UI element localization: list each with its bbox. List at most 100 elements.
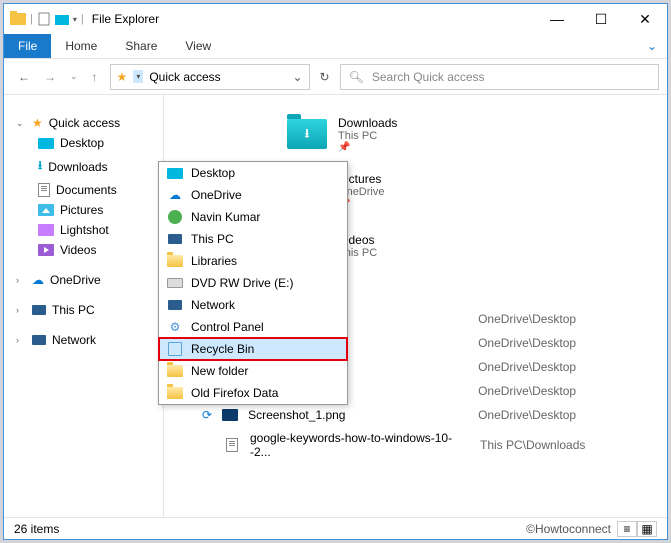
dd-dvd-drive[interactable]: DVD RW Drive (E:) [159,272,347,294]
desktop-icon [167,168,183,179]
download-icon: ⭳ [38,156,42,177]
titlebar: | ▾ | File Explorer — ☐ ✕ [4,4,667,34]
file-row[interactable]: ⟳Screenshot_1.pngOneDrive\Desktop [180,403,651,427]
icons-view-button[interactable]: ▦ [637,521,657,537]
pc-icon [32,305,46,315]
separator-icon: | [30,13,33,25]
recycle-bin-icon [168,342,182,356]
dd-new-folder[interactable]: New folder [159,360,347,382]
nav-pictures[interactable]: Pictures [4,200,163,220]
nav-desktop[interactable]: Desktop [4,133,163,153]
dd-onedrive[interactable]: ☁OneDrive [159,184,347,206]
dd-label: Recycle Bin [191,342,254,356]
refresh-button[interactable]: ↻ [316,70,334,84]
folder-location: This PC [338,130,397,142]
nav-downloads[interactable]: ⭳ Downloads [4,153,163,180]
file-location: OneDrive\Desktop [478,360,576,374]
nav-label: Videos [60,243,96,257]
status-bar: 26 items ©Howtoconnect ≡ ▦ [4,517,667,539]
dd-label: Desktop [191,166,235,180]
videos-icon [38,244,54,256]
minimize-button[interactable]: — [535,4,579,34]
pictures-icon [38,204,54,216]
up-button[interactable]: ↑ [92,70,98,84]
drive-icon [167,278,183,288]
address-bar[interactable]: ★ ▾ Quick access ⌄ [110,64,310,90]
address-dropdown-toggle[interactable]: ▾ [133,70,143,83]
details-view-button[interactable]: ≡ [617,521,637,537]
qat-dropdown-icon[interactable]: ▾ [73,15,77,24]
help-dropdown-icon[interactable]: ⌄ [637,34,667,58]
folder-icon: ⭳ [287,119,327,149]
dd-label: Navin Kumar [191,210,260,224]
dd-recycle-bin[interactable]: Recycle Bin [159,338,347,360]
nav-label: Downloads [48,160,107,174]
view-toggle: ≡ ▦ [617,521,657,537]
chevron-right-icon[interactable]: › [16,305,26,315]
back-button[interactable]: ← [18,70,30,84]
tab-home[interactable]: Home [51,34,111,58]
address-bar-row: ← → ⌄ ↑ ★ ▾ Quick access ⌄ ↻ 🔍︎ Search Q… [4,59,667,95]
dd-network[interactable]: Network [159,294,347,316]
file-location: This PC\Downloads [480,438,585,452]
nav-label: Pictures [60,203,103,217]
window-title: File Explorer [92,12,159,26]
recent-dropdown-icon[interactable]: ⌄ [70,71,78,82]
nav-label: Documents [56,183,117,197]
user-icon [168,210,182,224]
tab-view[interactable]: View [171,34,225,58]
dd-this-pc[interactable]: This PC [159,228,347,250]
dd-user[interactable]: Navin Kumar [159,206,347,228]
desktop-icon [38,138,54,149]
dd-control-panel[interactable]: ⚙Control Panel [159,316,347,338]
search-input[interactable]: 🔍︎ Search Quick access [340,64,659,90]
chevron-down-icon[interactable]: ⌄ [292,70,302,84]
folder-name: Downloads [338,116,397,130]
control-panel-icon: ⚙ [167,319,183,335]
nav-quick-access[interactable]: ⌄ ★ Quick access [4,113,163,133]
search-placeholder: Search Quick access [372,70,485,84]
nav-documents[interactable]: Documents [4,180,163,200]
nav-label: This PC [52,303,95,317]
pin-icon: 📌 [338,142,397,153]
close-button[interactable]: ✕ [623,4,667,34]
chevron-right-icon[interactable]: › [16,275,26,285]
nav-label: Desktop [60,136,104,150]
nav-label: Quick access [49,116,120,130]
folder-icon [38,224,54,236]
pc-icon [168,234,182,244]
dd-old-firefox[interactable]: Old Firefox Data [159,382,347,404]
nav-this-pc[interactable]: › This PC [4,300,163,320]
cloud-icon: ☁ [167,187,183,203]
file-name: Screenshot_1.png [248,408,468,422]
chevron-right-icon[interactable]: › [16,335,26,345]
item-count: 26 items [14,522,59,536]
properties-icon[interactable] [37,12,51,26]
dd-label: This PC [191,232,234,246]
nav-onedrive[interactable]: ›☁OneDrive [4,270,163,290]
tab-file[interactable]: File [4,34,51,58]
address-dropdown[interactable]: Desktop ☁OneDrive Navin Kumar This PC Li… [158,161,348,405]
dd-desktop[interactable]: Desktop [159,162,347,184]
document-file-icon [226,438,238,452]
chevron-down-icon[interactable]: ⌄ [16,118,26,129]
dd-label: Old Firefox Data [191,386,278,400]
file-row[interactable]: google-keywords-how-to-windows-10--2...T… [180,427,651,463]
nav-lightshot[interactable]: Lightshot [4,220,163,240]
window-controls: — ☐ ✕ [535,4,667,34]
navigation-pane[interactable]: ⌄ ★ Quick access Desktop ⭳ Downloads Docu… [4,95,164,517]
nav-network[interactable]: ›Network [4,330,163,350]
dd-label: Libraries [191,254,237,268]
image-file-icon [222,409,238,421]
forward-button[interactable]: → [44,70,56,84]
file-explorer-window: | ▾ | File Explorer — ☐ ✕ File Home Shar… [3,3,668,540]
document-icon [38,183,50,197]
nav-videos[interactable]: Videos [4,240,163,260]
dd-libraries[interactable]: Libraries [159,250,347,272]
folder-downloads[interactable]: ⭳ DownloadsThis PC📌 [286,113,466,155]
quick-access-toolbar: | ▾ | [10,11,84,27]
new-folder-icon[interactable] [55,12,69,26]
hidden-tile-fragment [230,113,246,155]
tab-share[interactable]: Share [111,34,171,58]
maximize-button[interactable]: ☐ [579,4,623,34]
